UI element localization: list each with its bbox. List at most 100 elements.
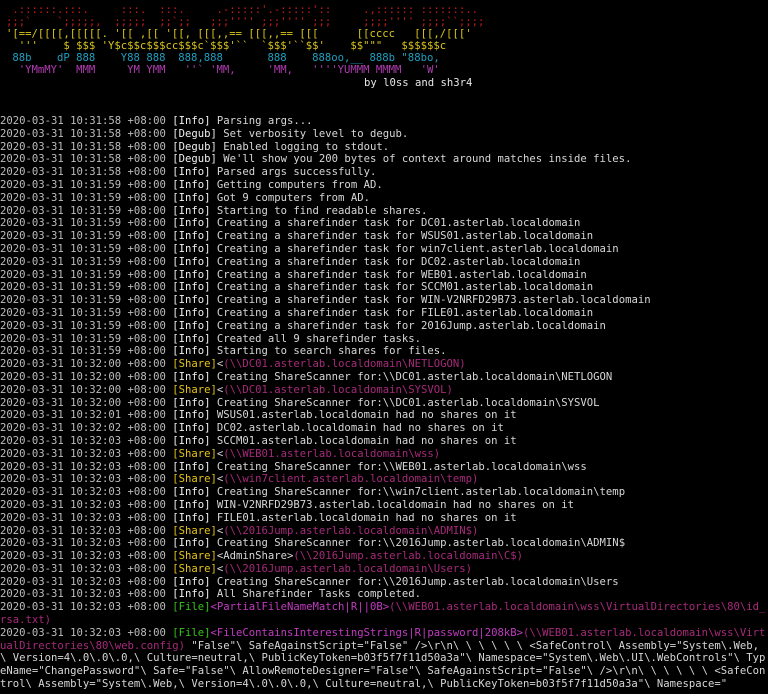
log-level: [Info] [172, 319, 211, 332]
log-message: Creating a sharefinder task for DC02.ast… [210, 255, 581, 268]
log-message: WSUS01.asterlab.localdomain had no share… [210, 409, 517, 422]
log-level: [Info] [172, 166, 211, 179]
log-line: 2020-03-31 10:31:58 +08:00 [Degub] Set v… [0, 128, 768, 141]
log-line: 2020-03-31 10:32:03 +08:00 [Share]<Admin… [0, 550, 768, 563]
log-timestamp: 2020-03-31 10:31:59 +08:00 [0, 242, 166, 255]
log-level: [Info] [172, 396, 211, 409]
log-timestamp: 2020-03-31 10:32:03 +08:00 [0, 486, 166, 499]
log-line: 2020-03-31 10:32:03 +08:00 [File]<FileCo… [0, 627, 768, 640]
log-message: Creating a sharefinder task for FILE01.a… [210, 306, 594, 319]
log-line: 2020-03-31 10:31:59 +08:00 [Info] Creati… [0, 230, 768, 243]
log-rule: <PartialFileNameMatch|R||0B> [210, 601, 390, 614]
log-timestamp: 2020-03-31 10:32:00 +08:00 [0, 370, 166, 383]
log-message: Creating ShareScanner for:\\2016Jump.ast… [210, 575, 619, 588]
log-message: Getting computers from AD. [210, 178, 383, 191]
log-message: Enabled logging to stdout. [216, 140, 390, 153]
banner-line: 88b dP 888 Y88 888 888,888 888 888oo,__ … [6, 52, 440, 64]
log-timestamp: 2020-03-31 10:32:03 +08:00 [0, 537, 166, 550]
log-path: (\\WEB01.asterlab.localdomain\wss\Virt [523, 626, 766, 639]
log-message: FILE01.asterlab.localdomain had no share… [210, 511, 517, 524]
log-line: 2020-03-31 10:32:03 +08:00 [Info] FILE01… [0, 512, 768, 525]
log-path: (\\win7client.asterlab.localdomain\temp) [223, 473, 479, 486]
log-message: Creating ShareScanner for:\\DC01.asterla… [210, 370, 613, 383]
log-line: 2020-03-31 10:32:03 +08:00 [Info] Creati… [0, 486, 768, 499]
log-level: [Info] [172, 537, 211, 550]
log-message: Starting to search shares for files. [210, 345, 447, 358]
log-timestamp: 2020-03-31 10:32:01 +08:00 [0, 409, 166, 422]
log-timestamp: 2020-03-31 10:31:59 +08:00 [0, 345, 166, 358]
log-path: (\\DC01.asterlab.localdomain\NETLOGON) [223, 358, 466, 371]
log-message: WIN-V2NRFD29B73.asterlab.localdomain had… [210, 498, 575, 511]
log-level: [Share] [172, 550, 217, 563]
log-timestamp: 2020-03-31 10:32:03 +08:00 [0, 550, 166, 563]
log-line: 2020-03-31 10:32:03 +08:00 [Share]<(\\WE… [0, 448, 768, 461]
log-path: (\\2016Jump.asterlab.localdomain\Users) [223, 562, 473, 575]
log-timestamp: 2020-03-31 10:32:03 +08:00 [0, 626, 166, 639]
log-line: 2020-03-31 10:31:59 +08:00 [Info] Create… [0, 333, 768, 346]
log-timestamp: 2020-03-31 10:32:03 +08:00 [0, 498, 166, 511]
log-message: Starting to find readable shares. [210, 204, 428, 217]
log-message: <AdminShare> [216, 550, 294, 563]
log-level: [Info] [172, 575, 211, 588]
log-timestamp: 2020-03-31 10:32:03 +08:00 [0, 575, 166, 588]
log-line: 2020-03-31 10:32:00 +08:00 [Info] Creati… [0, 397, 768, 410]
log-timestamp: 2020-03-31 10:32:03 +08:00 [0, 601, 166, 614]
log-message: We'll show you 200 bytes of context arou… [216, 153, 632, 166]
log-line: 2020-03-31 10:32:03 +08:00 [File]<Partia… [0, 601, 768, 614]
banner-line: ;;;` `;;;;;, ;;;;; ;;`;; ;;;'''' ;;;''''… [6, 16, 485, 28]
log-level: [Share] [172, 473, 217, 486]
log-timestamp: 2020-03-31 10:31:59 +08:00 [0, 178, 166, 191]
log-message: Creating ShareScanner for:\\WEB01.asterl… [210, 460, 587, 473]
log-timestamp: 2020-03-31 10:32:00 +08:00 [0, 358, 166, 371]
log-level: [Share] [172, 562, 217, 575]
log-line: 2020-03-31 10:32:03 +08:00 [Info] Creati… [0, 576, 768, 589]
log-timestamp: 2020-03-31 10:31:59 +08:00 [0, 281, 166, 294]
log-message: SCCM01.asterlab.localdomain had no share… [210, 434, 517, 447]
log-timestamp: 2020-03-31 10:32:03 +08:00 [0, 511, 166, 524]
log-level: [Info] [172, 115, 211, 127]
log-line: 2020-03-31 10:32:01 +08:00 [Info] WSUS01… [0, 409, 768, 422]
log-path: ualDirectories\80\web.config) [0, 639, 185, 652]
log-timestamp: 2020-03-31 10:31:58 +08:00 [0, 140, 166, 153]
log-message: All Sharefinder Tasks completed. [210, 588, 421, 601]
log-line: 2020-03-31 10:32:03 +08:00 [Info] Creati… [0, 537, 768, 550]
log-line: 2020-03-31 10:31:59 +08:00 [Info] Creati… [0, 294, 768, 307]
log-timestamp: 2020-03-31 10:31:59 +08:00 [0, 294, 166, 307]
log-level: [Info] [172, 588, 211, 601]
log-timestamp: 2020-03-31 10:31:59 +08:00 [0, 204, 166, 217]
log-level: [Info] [172, 498, 211, 511]
log-message: Creating a sharefinder task for WEB01.as… [210, 268, 587, 281]
log-path: (\\WEB01.asterlab.localdomain\wss\Virtua… [389, 601, 766, 614]
log-timestamp: 2020-03-31 10:31:59 +08:00 [0, 268, 166, 281]
log-path: (\\2016Jump.asterlab.localdomain\C$) [293, 550, 524, 563]
log-level: [Info] [172, 242, 211, 255]
log-level: [Info] [172, 268, 211, 281]
log-timestamp: 2020-03-31 10:31:59 +08:00 [0, 332, 166, 345]
log-message: Creating ShareScanner for:\\DC01.asterla… [210, 396, 600, 409]
log-level: [Degub] [172, 127, 217, 140]
log-level: [Info] [172, 486, 211, 499]
terminal-log[interactable]: 2020-03-31 10:31:58 +08:00 [Info] Parsin… [0, 115, 768, 691]
log-line: 2020-03-31 10:31:58 +08:00 [Info] Parsed… [0, 166, 768, 179]
log-timestamp: 2020-03-31 10:31:59 +08:00 [0, 255, 166, 268]
log-timestamp: 2020-03-31 10:32:03 +08:00 [0, 447, 166, 460]
log-line: 2020-03-31 10:31:59 +08:00 [Info] Got 9 … [0, 192, 768, 205]
log-timestamp: 2020-03-31 10:32:03 +08:00 [0, 524, 166, 537]
log-context: trol\ Assembly="System\.Web,\ Version=4\… [0, 678, 728, 691]
log-line: 2020-03-31 10:32:02 +08:00 [Info] DC02.a… [0, 422, 768, 435]
log-line: rsa.txt) [0, 614, 768, 627]
log-level: [Share] [172, 383, 217, 396]
log-line: 2020-03-31 10:31:59 +08:00 [Info] Creati… [0, 307, 768, 320]
log-message: Creating ShareScanner for:\\2016Jump.ast… [210, 537, 626, 550]
log-timestamp: 2020-03-31 10:32:03 +08:00 [0, 460, 166, 473]
log-line: 2020-03-31 10:31:59 +08:00 [Info] Creati… [0, 281, 768, 294]
log-timestamp: 2020-03-31 10:32:00 +08:00 [0, 396, 166, 409]
log-path: (\\WEB01.asterlab.localdomain\wss) [223, 447, 441, 460]
log-timestamp: 2020-03-31 10:32:03 +08:00 [0, 473, 166, 486]
log-message: Set verbosity level to degub. [216, 127, 409, 140]
log-rule: <FileContainsInterestingStrings|R|passwo… [210, 626, 524, 639]
log-context: eName="ChangePassword"\ Safe="False"\ Al… [0, 665, 766, 678]
log-timestamp: 2020-03-31 10:31:58 +08:00 [0, 153, 166, 166]
log-timestamp: 2020-03-31 10:31:59 +08:00 [0, 306, 166, 319]
log-message: Got 9 computers from AD. [210, 191, 370, 204]
